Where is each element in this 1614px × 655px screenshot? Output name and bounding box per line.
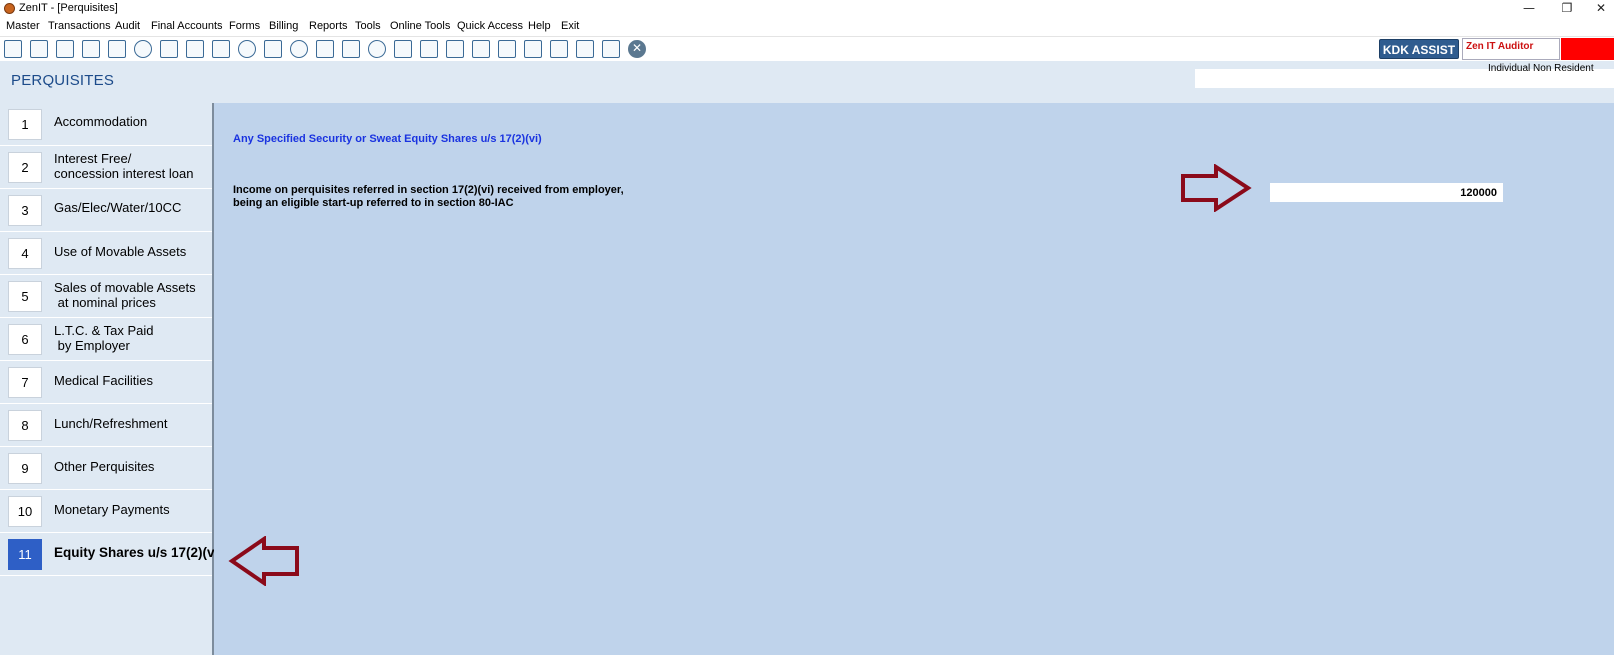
sidebar-item-monetary-payments[interactable]: 10 Monetary Payments	[0, 490, 212, 533]
calculator-icon[interactable]	[264, 40, 282, 58]
sidebar-item-label: Use of Movable Assets	[54, 244, 187, 259]
menu-quick-access[interactable]: Quick Access	[457, 20, 523, 32]
shield-icon[interactable]	[472, 40, 490, 58]
restore-button[interactable]: ❐	[1552, 0, 1582, 18]
sidebar-item-label: Lunch/Refreshment	[54, 416, 168, 431]
status-indicator	[1561, 38, 1614, 60]
building-icon[interactable]	[56, 40, 74, 58]
sidebar-item-ltc-tax-paid[interactable]: 6 L.T.C. & Tax Paid by Employer	[0, 318, 212, 361]
menu-final-accounts[interactable]: Final Accounts	[151, 20, 223, 32]
menu-master[interactable]: Master	[6, 20, 40, 32]
sidebar-item-other-perquisites[interactable]: 9 Other Perquisites	[0, 447, 212, 490]
perquisite-income-input[interactable]	[1270, 183, 1503, 202]
close-window-button[interactable]: ✕	[1586, 0, 1614, 18]
menu-billing[interactable]: Billing	[269, 20, 298, 32]
menu-audit[interactable]: Audit	[115, 20, 140, 32]
page-title: PERQUISITES	[11, 72, 115, 89]
menu-bar: Master Transactions Audit Final Accounts…	[0, 18, 1614, 36]
report-icon[interactable]	[394, 40, 412, 58]
window-title: ZenIT - [Perquisites]	[19, 2, 118, 14]
zen-auditor-box[interactable]: Zen IT Auditor	[1462, 38, 1560, 60]
sidebar-item-number: 10	[8, 496, 42, 527]
calendar-icon[interactable]	[446, 40, 464, 58]
sidebar-item-label: L.T.C. & Tax Paid by Employer	[54, 323, 154, 353]
form-icon[interactable]	[602, 40, 620, 58]
main-panel: Any Specified Security or Sweat Equity S…	[214, 103, 1614, 655]
assessee-status: Individual Non Resident	[1488, 63, 1594, 74]
pie-chart-icon[interactable]	[290, 40, 308, 58]
book-icon[interactable]	[342, 40, 360, 58]
search-doc-icon[interactable]	[498, 40, 516, 58]
3cd-icon[interactable]	[576, 40, 594, 58]
sidebar-item-number: 8	[8, 410, 42, 441]
sidebar-item-label: Equity Shares u/s 17(2)(v	[54, 545, 215, 560]
sidebar-item-number: 7	[8, 367, 42, 398]
menu-exit[interactable]: Exit	[561, 20, 579, 32]
right-arrow-icon	[1181, 164, 1252, 212]
users-icon[interactable]	[134, 40, 152, 58]
sidebar-item-label: Accommodation	[54, 114, 148, 129]
sidebar-item-interest-free-loan[interactable]: 2 Interest Free/ concession interest loa…	[0, 146, 212, 189]
user-doc-icon[interactable]	[420, 40, 438, 58]
sidebar-item-number: 6	[8, 324, 42, 355]
broom-icon[interactable]	[160, 40, 178, 58]
sidebar-item-label: Gas/Elec/Water/10CC	[54, 200, 182, 215]
rupee-icon[interactable]	[4, 40, 22, 58]
menu-reports[interactable]: Reports	[309, 20, 348, 32]
menu-help[interactable]: Help	[528, 20, 551, 32]
sidebar-item-number: 4	[8, 238, 42, 269]
home-icon[interactable]	[30, 40, 48, 58]
sidebar-item-sales-movable-assets[interactable]: 5 Sales of movable Assets at nominal pri…	[0, 275, 212, 318]
app-logo-icon	[4, 3, 15, 14]
menu-transactions[interactable]: Transactions	[48, 20, 111, 32]
sidebar-item-number: 11	[8, 539, 42, 570]
sidebar-item-label: Medical Facilities	[54, 373, 153, 388]
menu-tools[interactable]: Tools	[355, 20, 381, 32]
toolbar: ✕	[0, 36, 1614, 61]
sidebar-item-label: Other Perquisites	[54, 459, 155, 474]
minimize-button[interactable]: —	[1514, 0, 1544, 18]
bar-chart-icon[interactable]	[82, 40, 100, 58]
bs-doc-icon[interactable]	[524, 40, 542, 58]
close-icon[interactable]: ✕	[628, 40, 646, 58]
sidebar-item-lunch-refreshment[interactable]: 8 Lunch/Refreshment	[0, 404, 212, 447]
section-heading: Any Specified Security or Sweat Equity S…	[233, 133, 542, 145]
pay-icon[interactable]	[316, 40, 334, 58]
page-header: PERQUISITES	[0, 61, 1614, 103]
sidebar-item-number: 2	[8, 152, 42, 183]
sidebar: 1 Accommodation 2 Interest Free/ concess…	[0, 103, 215, 655]
info-icon[interactable]	[368, 40, 386, 58]
kdk-assist-button[interactable]: KDK ASSIST	[1379, 39, 1459, 59]
title-bar: ZenIT - [Perquisites] — ❐ ✕	[0, 0, 1614, 18]
menu-forms[interactable]: Forms	[229, 20, 260, 32]
sidebar-item-label: Interest Free/ concession interest loan	[54, 151, 194, 181]
sidebar-item-gas-elec-water[interactable]: 3 Gas/Elec/Water/10CC	[0, 189, 212, 232]
sidebar-item-movable-assets[interactable]: 4 Use of Movable Assets	[0, 232, 212, 275]
left-arrow-icon	[228, 536, 299, 586]
sidebar-item-accommodation[interactable]: 1 Accommodation	[0, 103, 212, 146]
tax-icon[interactable]	[212, 40, 230, 58]
sidebar-item-label: Monetary Payments	[54, 502, 170, 517]
eye-icon[interactable]	[238, 40, 256, 58]
sidebar-item-equity-shares[interactable]: 11 Equity Shares u/s 17(2)(v	[0, 533, 215, 576]
perquisite-income-label: Income on perquisites referred in sectio…	[233, 184, 624, 209]
sidebar-item-number: 9	[8, 453, 42, 484]
filter-icon[interactable]	[186, 40, 204, 58]
bs-folder-icon[interactable]	[550, 40, 568, 58]
sidebar-item-medical-facilities[interactable]: 7 Medical Facilities	[0, 361, 212, 404]
sidebar-item-number: 5	[8, 281, 42, 312]
sidebar-item-number: 3	[8, 195, 42, 226]
sidebar-item-number: 1	[8, 109, 42, 140]
gift-icon[interactable]	[108, 40, 126, 58]
menu-online-tools[interactable]: Online Tools	[390, 20, 450, 32]
sidebar-item-label: Sales of movable Assets at nominal price…	[54, 280, 196, 310]
